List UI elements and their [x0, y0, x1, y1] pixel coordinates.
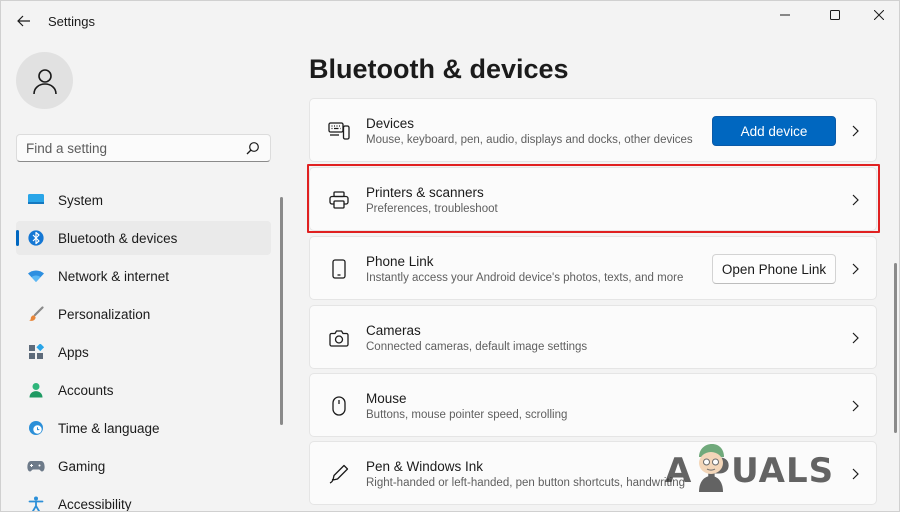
monitor-icon — [27, 191, 45, 209]
card-printers-scanners[interactable]: Printers & scanners Preferences, trouble… — [309, 167, 877, 231]
maximize-button[interactable] — [815, 5, 855, 25]
sidebar-item-accounts[interactable]: Accounts — [16, 373, 271, 407]
minimize-icon — [780, 14, 790, 16]
sidebar-item-label: Network & internet — [58, 269, 170, 284]
search-icon[interactable] — [246, 141, 260, 160]
title-bar: Settings — [1, 1, 899, 41]
accessibility-icon — [27, 495, 45, 511]
phone-icon — [327, 257, 351, 281]
sidebar-item-label: Accounts — [58, 383, 114, 398]
wifi-icon — [27, 267, 45, 285]
close-icon — [874, 10, 884, 20]
sidebar-scrollbar[interactable] — [280, 197, 283, 425]
sidebar-item-accessibility[interactable]: Accessibility — [16, 487, 271, 512]
user-avatar[interactable] — [16, 52, 73, 109]
settings-window: Settings System — [0, 0, 900, 512]
sidebar-item-label: Personalization — [58, 307, 151, 322]
bluetooth-icon — [27, 229, 45, 247]
devices-icon — [327, 119, 351, 143]
clock-globe-icon — [27, 419, 45, 437]
minimize-button[interactable] — [765, 5, 805, 25]
sidebar-item-label: Bluetooth & devices — [58, 231, 178, 246]
card-devices[interactable]: Devices Mouse, keyboard, pen, audio, dis… — [309, 98, 877, 162]
gamepad-icon — [27, 457, 45, 475]
sidebar-item-label: System — [58, 193, 104, 208]
card-title: Mouse — [366, 391, 407, 406]
sidebar-item-personalization[interactable]: Personalization — [16, 297, 271, 331]
mascot-icon — [699, 444, 724, 492]
printer-icon — [327, 188, 351, 212]
search-box[interactable] — [16, 134, 271, 162]
person-icon — [27, 381, 45, 399]
card-cameras[interactable]: Cameras Connected cameras, default image… — [309, 305, 877, 369]
sidebar-item-time-language[interactable]: Time & language — [16, 411, 271, 445]
chevron-right-icon[interactable] — [850, 398, 860, 414]
person-icon — [32, 68, 57, 94]
sidebar-item-apps[interactable]: Apps — [16, 335, 271, 369]
sidebar-item-network[interactable]: Network & internet — [16, 259, 271, 293]
watermark: A PUALS — [665, 441, 875, 501]
mouse-icon — [327, 394, 351, 418]
card-subtitle: Preferences, troubleshoot — [366, 203, 498, 215]
card-title: Printers & scanners — [366, 185, 484, 200]
chevron-right-icon[interactable] — [850, 261, 860, 277]
chevron-right-icon[interactable] — [850, 192, 860, 208]
sidebar-item-label: Accessibility — [58, 497, 132, 512]
card-mouse[interactable]: Mouse Buttons, mouse pointer speed, scro… — [309, 373, 877, 437]
card-title: Pen & Windows Ink — [366, 459, 484, 474]
apps-icon — [27, 343, 45, 361]
sidebar-item-label: Apps — [58, 345, 89, 360]
chevron-right-icon[interactable] — [850, 123, 860, 139]
sidebar-item-system[interactable]: System — [16, 183, 271, 217]
search-input[interactable] — [26, 139, 236, 158]
card-subtitle: Instantly access your Android device's p… — [366, 272, 684, 284]
add-device-button[interactable]: Add device — [712, 116, 836, 146]
sidebar-item-bluetooth-devices[interactable]: Bluetooth & devices — [16, 221, 271, 255]
card-title: Devices — [366, 116, 415, 131]
card-title: Phone Link — [366, 254, 434, 269]
camera-icon — [327, 326, 351, 350]
close-button[interactable] — [859, 5, 899, 25]
card-phone-link[interactable]: Phone Link Instantly access your Android… — [309, 236, 877, 300]
brush-icon — [27, 305, 45, 323]
card-subtitle: Buttons, mouse pointer speed, scrolling — [366, 409, 568, 421]
sidebar-item-label: Time & language — [58, 421, 160, 436]
sidebar-item-label: Gaming — [58, 459, 106, 474]
maximize-icon — [830, 10, 840, 20]
back-arrow-icon — [17, 15, 30, 27]
sidebar-nav: System Bluetooth & devices Network & int… — [16, 183, 271, 512]
pen-icon — [327, 462, 351, 486]
sidebar-item-gaming[interactable]: Gaming — [16, 449, 271, 483]
chevron-right-icon[interactable] — [850, 330, 860, 346]
card-subtitle: Right-handed or left-handed, pen button … — [366, 477, 686, 489]
card-title: Cameras — [366, 323, 421, 338]
card-subtitle: Connected cameras, default image setting… — [366, 341, 588, 353]
card-subtitle: Mouse, keyboard, pen, audio, displays an… — [366, 134, 693, 146]
back-button[interactable] — [11, 9, 37, 33]
page-title: Bluetooth & devices — [309, 54, 569, 84]
open-phone-link-button[interactable]: Open Phone Link — [712, 254, 836, 284]
main-scrollbar[interactable] — [894, 263, 897, 433]
app-title: Settings — [48, 14, 95, 29]
